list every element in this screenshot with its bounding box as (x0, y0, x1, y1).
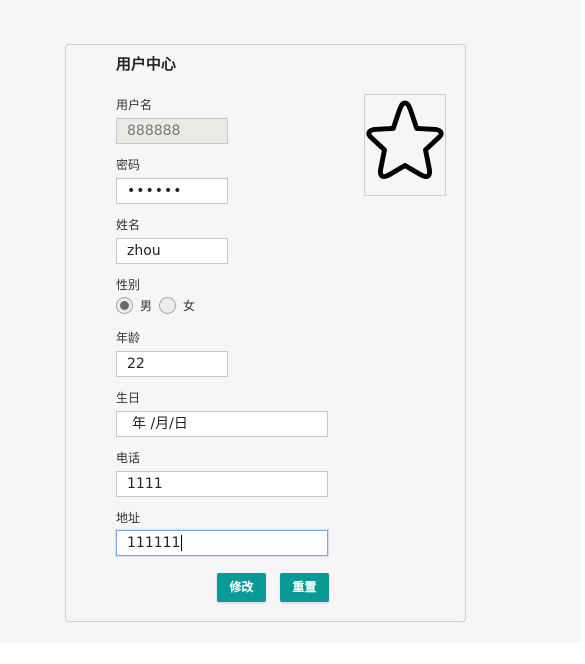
gender-radio-group: 男 女 (116, 297, 202, 314)
password-label: 密码 (116, 158, 141, 172)
birthday-label: 生日 (116, 391, 141, 405)
gender-male-label: 男 (140, 299, 153, 313)
phone-label: 电话 (116, 451, 141, 465)
age-field[interactable]: 22 (116, 351, 228, 377)
gender-female-label: 女 (183, 299, 196, 313)
address-field[interactable]: 111111 (116, 530, 328, 556)
avatar[interactable] (364, 94, 446, 196)
address-value: 111111 (127, 535, 181, 551)
modify-button[interactable]: 修改 (217, 573, 266, 602)
page-title: 用户中心 (116, 55, 177, 73)
reset-button[interactable]: 重置 (280, 573, 329, 602)
address-label: 地址 (116, 511, 141, 525)
text-caret (181, 535, 183, 551)
password-field[interactable]: •••••• (116, 178, 228, 204)
name-field[interactable]: zhou (116, 238, 228, 264)
age-label: 年龄 (116, 331, 141, 345)
star-outline-icon (366, 100, 444, 179)
name-label: 姓名 (116, 218, 141, 232)
username-field: 888888 (116, 118, 228, 144)
user-center-card: 用户中心 用户名 888888 密码 •••••• 姓名 zhou 性别 男 女… (65, 44, 466, 622)
gender-female-radio[interactable] (159, 297, 177, 314)
phone-field[interactable]: 1111 (116, 471, 328, 497)
birthday-date-field[interactable]: 年 /月/日 (116, 411, 328, 437)
gender-label: 性别 (116, 278, 141, 292)
username-label: 用户名 (116, 98, 153, 112)
gender-male-radio[interactable] (116, 297, 133, 314)
